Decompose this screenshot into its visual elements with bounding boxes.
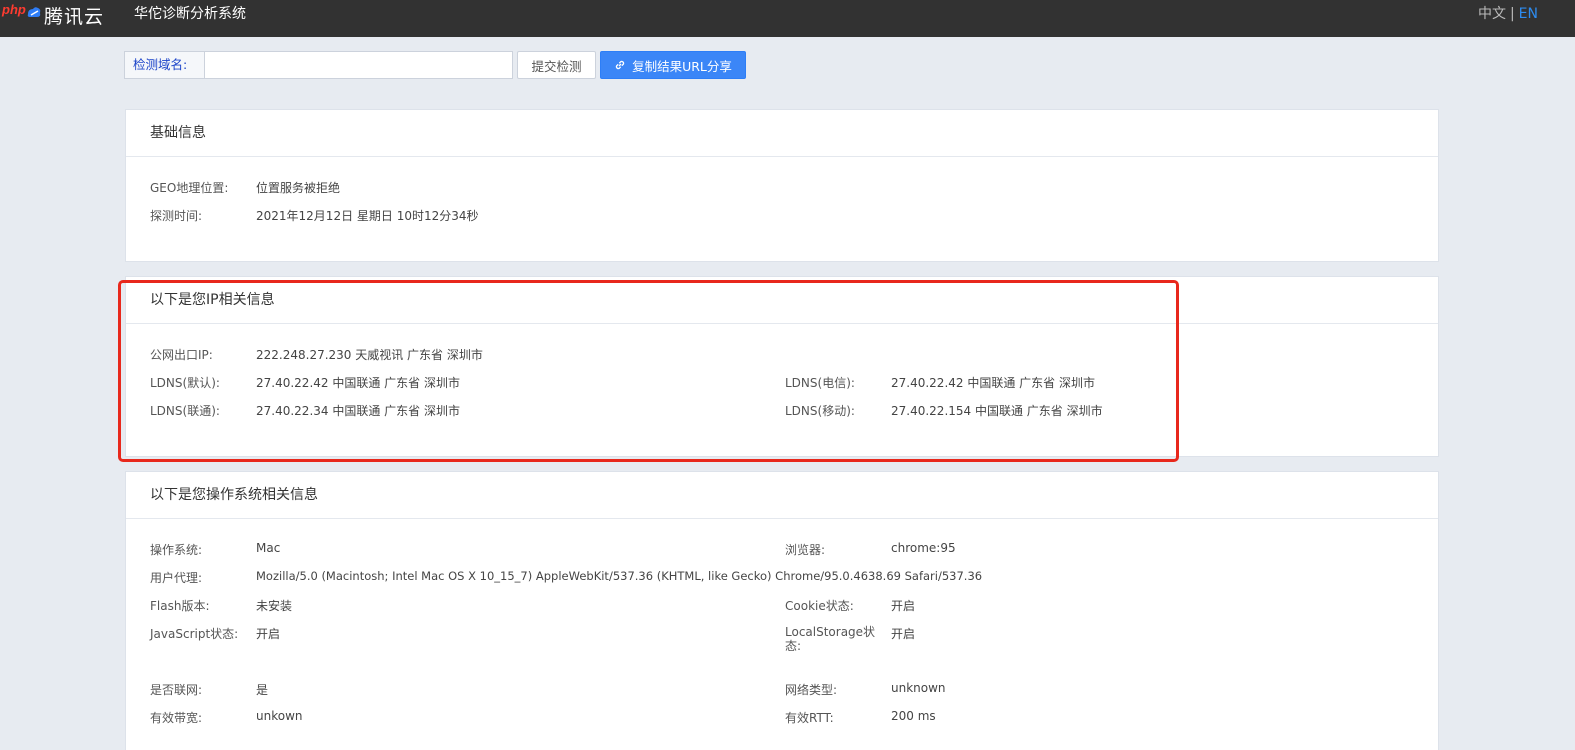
javascript-key: JavaScript状态: [150,627,239,641]
public-ip-value: 222.248.27.230 天威视讯 广东省 深圳市 [256,348,483,362]
geo-value: 位置服务被拒绝 [256,181,341,195]
cloud-logo-icon [27,7,41,17]
probe-time-key: 探测时间: [150,209,203,223]
localstorage-value: 开启 [891,627,916,641]
browser-value: chrome:95 [891,541,956,555]
online-value: 是 [256,683,269,697]
submit-check-button[interactable]: 提交检测 [517,51,596,79]
info-row: 探测时间: 2021年12月12日 星期日 10时12分34秒 [150,207,1414,235]
lang-zh-link[interactable]: 中文 [1478,6,1506,22]
network-type-value: unknown [891,681,946,695]
logo[interactable]: php 腾讯云 [0,0,110,28]
link-icon [615,60,625,70]
lang-separator: | [1509,6,1515,22]
ldns-unicom-key: LDNS(联通): [150,404,220,418]
browser-key: 浏览器: [785,543,826,557]
ldns-mobile-value: 27.40.22.154 中国联通 广东省 深圳市 [891,404,1103,418]
info-row: 用户代理: Mozilla/5.0 (Macintosh; Intel Mac … [150,569,1414,597]
language-switcher: 中文 | EN [1478,3,1538,23]
system-title: 华佗诊断分析系统 [134,6,246,22]
localstorage-key: LocalStorage状态: [785,625,876,653]
flash-value: 未安装 [256,599,293,613]
ldns-mobile-key: LDNS(移动): [785,404,855,418]
php-watermark: php [2,2,26,17]
domain-label: 检测域名: [124,51,204,79]
bandwidth-value: unkown [256,709,303,723]
ldns-default-value: 27.40.22.42 中国联通 广东省 深圳市 [256,376,460,390]
info-row: LDNS(默认): 27.40.22.42 中国联通 广东省 深圳市 LDNS(… [150,374,1414,402]
basic-info-card: 基础信息 GEO地理位置: 位置服务被拒绝 探测时间: 2021年12月12日 … [125,109,1439,262]
info-row: GEO地理位置: 位置服务被拒绝 [150,179,1414,207]
rtt-key: 有效RTT: [785,711,834,725]
user-agent-key: 用户代理: [150,571,203,585]
os-value: Mac [256,541,281,555]
share-label: 复制结果URL分享 [632,58,732,74]
ip-info-title: 以下是您IP相关信息 [126,277,1438,324]
ip-info-card: 以下是您IP相关信息 公网出口IP: 222.248.27.230 天威视讯 广… [125,276,1439,457]
os-info-card: 以下是您操作系统相关信息 操作系统: Mac 浏览器: chrome:95 用户… [125,471,1439,750]
probe-time-value: 2021年12月12日 星期日 10时12分34秒 [256,209,479,223]
info-row: JavaScript状态: 开启 LocalStorage状态: 开启 [150,625,1414,681]
ldns-default-key: LDNS(默认): [150,376,220,390]
cookie-value: 开启 [891,599,916,613]
ldns-unicom-value: 27.40.22.34 中国联通 广东省 深圳市 [256,404,460,418]
brand-name: 腾讯云 [44,6,105,28]
info-row: 公网出口IP: 222.248.27.230 天威视讯 广东省 深圳市 [150,346,1414,374]
lang-en-link[interactable]: EN [1519,6,1538,22]
javascript-value: 开启 [256,627,281,641]
info-row: 有效带宽: unkown 有效RTT: 200 ms [150,709,1414,737]
ldns-telecom-key: LDNS(电信): [785,376,855,390]
os-key: 操作系统: [150,543,203,557]
geo-key: GEO地理位置: [150,181,229,195]
cookie-key: Cookie状态: [785,599,854,613]
user-agent-value: Mozilla/5.0 (Macintosh; Intel Mac OS X 1… [256,569,983,583]
domain-input[interactable] [204,51,513,79]
flash-key: Flash版本: [150,599,210,613]
public-ip-key: 公网出口IP: [150,348,213,362]
info-row: LDNS(联通): 27.40.22.34 中国联通 广东省 深圳市 LDNS(… [150,402,1414,430]
top-bar: php 腾讯云 华佗诊断分析系统 中文 | EN [0,0,1575,37]
info-row: 操作系统: Mac 浏览器: chrome:95 [150,541,1414,569]
os-info-title: 以下是您操作系统相关信息 [126,472,1438,519]
ldns-telecom-value: 27.40.22.42 中国联通 广东省 深圳市 [891,376,1095,390]
bandwidth-key: 有效带宽: [150,711,203,725]
info-row: Flash版本: 未安装 Cookie状态: 开启 [150,597,1414,625]
copy-share-url-button[interactable]: 复制结果URL分享 [600,51,746,79]
online-key: 是否联网: [150,683,203,697]
basic-info-title: 基础信息 [126,110,1438,157]
info-row: 是否联网: 是 网络类型: unknown [150,681,1414,709]
rtt-value: 200 ms [891,709,936,723]
network-type-key: 网络类型: [785,683,838,697]
